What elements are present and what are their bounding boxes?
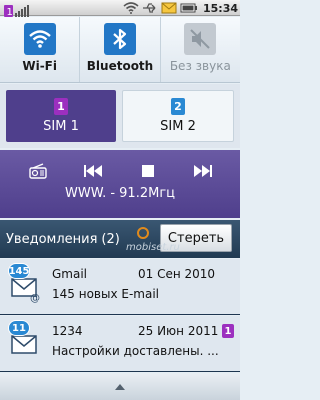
notifications-title: Уведомления	[6, 231, 98, 247]
clock: 15:34	[202, 1, 238, 15]
notification-sender: 1234	[52, 324, 83, 338]
message-icon: 11	[8, 320, 42, 360]
toggle-bluetooth-label: Bluetooth	[86, 59, 154, 73]
watermark: mobiset.ru	[126, 242, 180, 253]
toggle-silent-label: Без звука	[169, 59, 231, 73]
close-panel-handle[interactable]	[0, 374, 240, 400]
sim2-badge: 2	[171, 98, 185, 115]
status-bar: 1 15:34	[0, 0, 240, 18]
notification-item[interactable]: 11 1234 25 Июн 2011 1 Настройки доставле…	[0, 316, 240, 372]
next-icon[interactable]	[189, 160, 217, 182]
chevron-up-icon	[115, 384, 125, 390]
unread-count-badge: 145	[8, 263, 30, 279]
unread-count-badge: 11	[8, 320, 30, 336]
wifi-icon	[23, 23, 56, 55]
mute-icon	[184, 23, 217, 55]
quick-toggles: Wi-Fi Bluetooth Без звука	[0, 17, 240, 83]
notification-text: 145 новых E-mail	[52, 287, 159, 301]
notification-date: 01 Сен 2010	[138, 267, 216, 281]
sim-indicator: 1	[7, 7, 13, 17]
email-icon: @ 145	[8, 263, 42, 304]
toggle-wifi[interactable]: Wi-Fi	[0, 17, 81, 82]
notifications-count: (2)	[101, 231, 120, 247]
notifications-header: Уведомления (2) Стереть	[0, 220, 240, 258]
notification-text: Настройки доставлены. ...	[52, 344, 219, 358]
sim2-label: SIM 2	[160, 119, 196, 134]
message-icon	[161, 2, 177, 14]
svg-text:@: @	[30, 293, 40, 303]
toggle-silent[interactable]: Без звука	[161, 17, 240, 82]
notification-sender: Gmail	[52, 267, 88, 281]
notification-item[interactable]: @ 145 Gmail 01 Сен 2010 145 новых E-mail	[0, 259, 240, 315]
toggle-bluetooth[interactable]: Bluetooth	[80, 17, 161, 82]
battery-icon	[180, 3, 197, 13]
radio-icon[interactable]	[24, 160, 52, 182]
sim1-badge: 1	[54, 98, 68, 115]
sim-tag: 1	[222, 324, 234, 338]
toggle-wifi-label: Wi-Fi	[22, 59, 57, 73]
notification-date: 25 Июн 2011	[138, 324, 219, 338]
wifi-icon	[123, 2, 139, 14]
fm-radio-panel: WWW. - 91.2Мгц	[0, 150, 240, 218]
previous-icon[interactable]	[79, 160, 107, 182]
bluetooth-icon	[103, 23, 136, 55]
sim1-label: SIM 1	[43, 119, 79, 134]
usb-icon	[142, 3, 156, 13]
signal-icon: 1	[4, 2, 30, 18]
stop-icon[interactable]	[134, 160, 162, 182]
sim1-button[interactable]: 1 SIM 1	[6, 90, 116, 142]
sim2-button[interactable]: 2 SIM 2	[122, 90, 234, 142]
watermark-logo-icon	[137, 227, 149, 239]
radio-frequency: WWW. - 91.2Мгц	[65, 186, 175, 201]
sim-selector: 1 SIM 1 2 SIM 2	[0, 84, 240, 148]
